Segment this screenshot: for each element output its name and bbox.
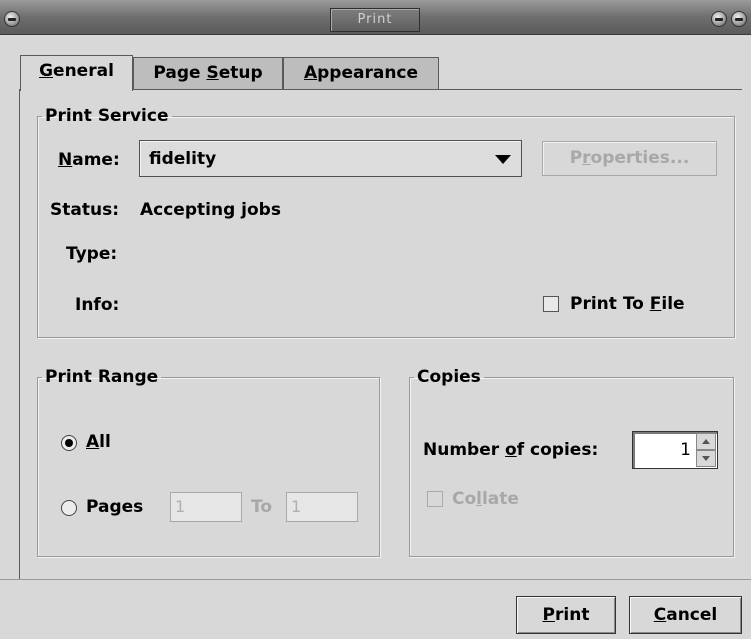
- chevron-down-icon: [495, 155, 511, 164]
- properties-button[interactable]: Properties...: [542, 141, 717, 176]
- minimize-icon[interactable]: [711, 11, 727, 27]
- print-range-legend: Print Range: [45, 367, 159, 387]
- maximize-icon[interactable]: [731, 11, 747, 27]
- print-to-file-label[interactable]: Print To File: [570, 294, 685, 314]
- cancel-button[interactable]: Cancel: [629, 596, 742, 634]
- window-menu-icon[interactable]: [4, 11, 20, 27]
- collate-label[interactable]: Collate: [452, 489, 519, 509]
- pages-from-input[interactable]: 1: [170, 492, 242, 522]
- spinner-down-icon[interactable]: [696, 450, 716, 467]
- pages-label[interactable]: Pages: [86, 497, 143, 517]
- printer-name-value: fidelity: [149, 149, 217, 169]
- type-label: Type:: [66, 244, 118, 264]
- status-value: Accepting jobs: [140, 200, 281, 220]
- print-button[interactable]: Print: [516, 596, 616, 634]
- print-to-file-checkbox[interactable]: [543, 296, 559, 312]
- copies-value[interactable]: 1: [680, 440, 691, 460]
- print-service-legend: Print Service: [45, 106, 169, 126]
- title-bar[interactable]: Print: [0, 0, 751, 35]
- tab-general[interactable]: General: [20, 55, 133, 91]
- tab-appearance[interactable]: Appearance: [283, 57, 439, 89]
- print-range-group: Print Range: [37, 367, 380, 557]
- name-label: Name:: [58, 150, 120, 170]
- spinner-up-icon[interactable]: [696, 433, 716, 450]
- pages-to-input[interactable]: 1: [286, 492, 358, 522]
- all-pages-label[interactable]: All: [86, 432, 111, 452]
- collate-checkbox[interactable]: [427, 491, 443, 507]
- page-range-radio[interactable]: [61, 500, 77, 516]
- divider: [0, 579, 751, 580]
- copies-legend: Copies: [417, 367, 481, 387]
- window-title: Print: [330, 8, 420, 32]
- all-pages-radio[interactable]: [61, 435, 77, 451]
- number-of-copies-label: Number of copies:: [423, 440, 599, 460]
- copies-spinner[interactable]: 1: [632, 431, 718, 469]
- printer-name-select[interactable]: fidelity: [139, 140, 522, 177]
- tab-page-setup[interactable]: Page Setup: [133, 57, 283, 89]
- status-label: Status:: [50, 200, 119, 220]
- to-label: To: [251, 497, 273, 517]
- info-label: Info:: [75, 295, 120, 315]
